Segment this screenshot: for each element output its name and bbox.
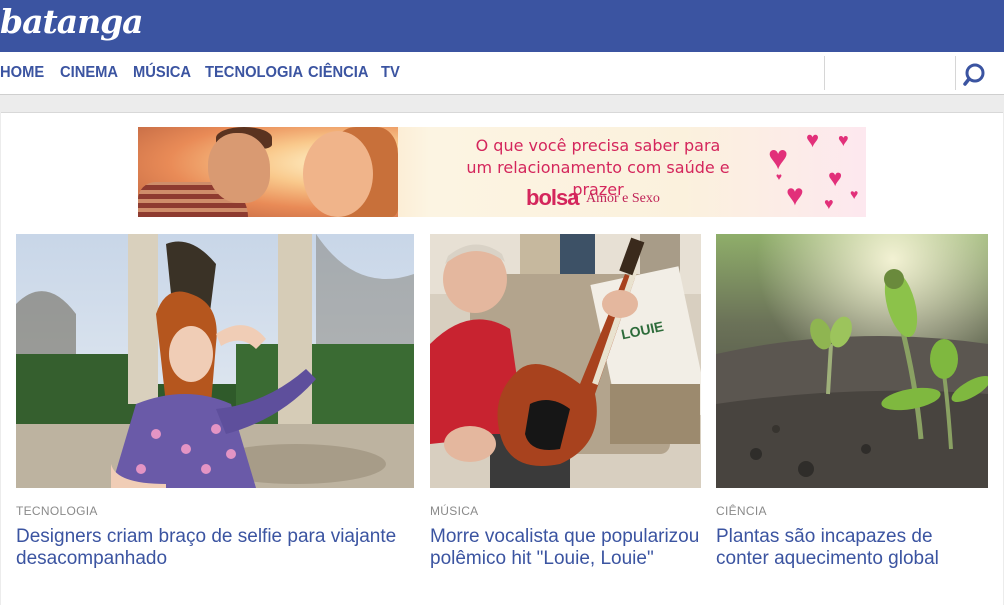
heart-icon: ♥ [838,130,849,150]
heart-icon: ♥ [768,139,789,177]
search-input[interactable] [825,56,955,90]
article-image[interactable] [16,234,414,488]
article-title[interactable]: Plantas são incapazes de conter aquecime… [716,526,988,570]
ad-photo-face [303,131,373,217]
article-category[interactable]: MÚSICA [430,504,478,518]
article-photo: LOUIE [430,234,701,488]
article-title[interactable]: Morre vocalista que popularizou polêmico… [430,526,710,570]
nav-item-home[interactable]: HOME [0,64,44,82]
article-title-line[interactable]: Plantas são incapazes de [716,526,988,548]
nav-item-ciencia[interactable]: CIÊNCIA [308,64,369,82]
ad-brand-logo: bolsa [526,185,579,210]
heart-icon: ♥ [824,196,834,213]
article-image[interactable]: LOUIE [430,234,701,488]
article-title-line[interactable]: Designers criam braço de selfie para via… [16,526,414,548]
heart-icon: ♥ [786,179,804,212]
heart-icon: ♥ [776,172,782,183]
heart-icon: ♥ [828,165,843,192]
article-title-line[interactable]: conter aquecimento global [716,548,988,570]
ad-banner[interactable]: O que você precisa saber para um relacio… [138,127,866,217]
nav-item-tv[interactable]: TV [381,64,400,82]
article-title-line[interactable]: Morre vocalista que popularizou [430,526,710,548]
site-logo[interactable]: batanga [0,2,144,41]
article-title[interactable]: Designers criam braço de selfie para via… [16,526,414,570]
article-category[interactable]: CIÊNCIA [716,504,767,518]
article-image[interactable] [716,234,988,488]
main-nav: HOME CINEMA MÚSICA TECNOLOGIA CIÊNCIA TV [0,52,1004,95]
ad-headline-line: O que você precisa saber para [475,136,721,155]
ad-photo [138,127,398,217]
nav-item-cinema[interactable]: CINEMA [60,64,118,82]
article-photo [16,234,414,488]
ad-brand-subtitle: Amor e Sexo [586,191,660,206]
nav-item-musica[interactable]: MÚSICA [133,64,191,82]
article-title-line[interactable]: polêmico hit "Louie, Louie" [430,548,710,570]
search-icon [963,63,985,86]
ad-photo-face [208,133,270,203]
article-category[interactable]: TECNOLOGIA [16,504,98,518]
heart-icon: ♥ [806,127,820,152]
article-title-line[interactable]: desacompanhado [16,548,414,570]
header-bar: batanga [0,0,1004,52]
article-photo [716,234,988,488]
search-button[interactable] [956,56,996,90]
heart-icon: ♥ [850,186,859,202]
nav-item-tecnologia[interactable]: TECNOLOGIA [205,64,303,82]
